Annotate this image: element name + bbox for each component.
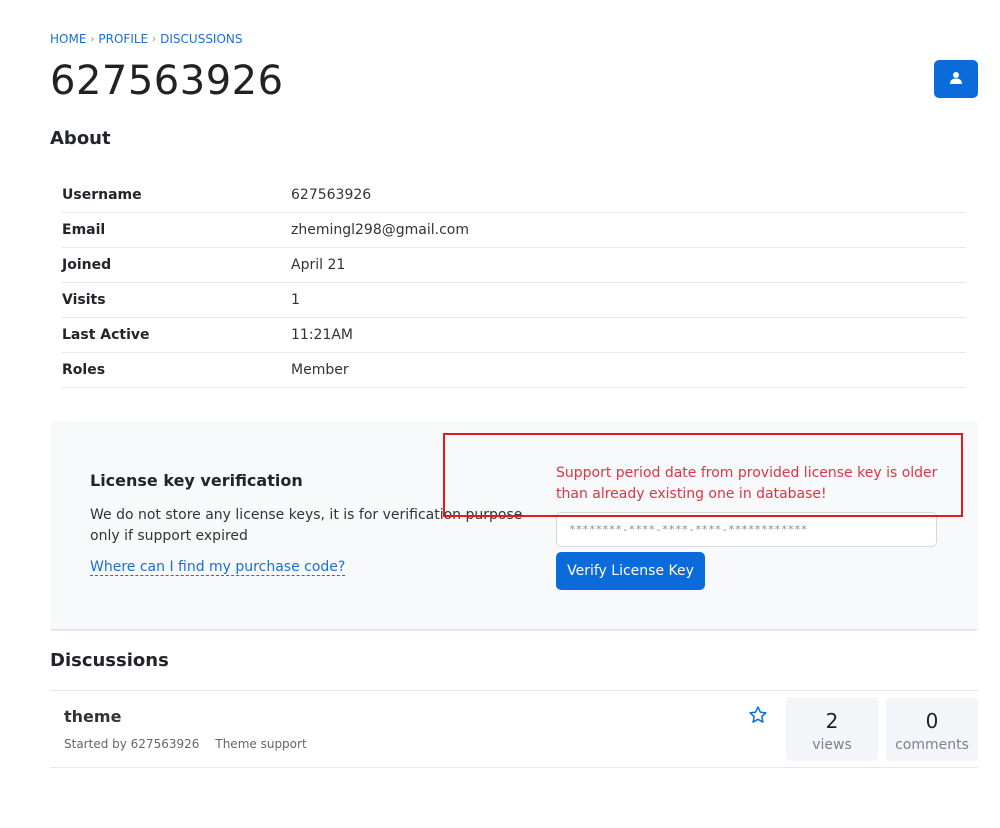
user-icon — [949, 70, 963, 89]
table-row: Joined April 21 — [62, 248, 966, 283]
chevron-right-icon: › — [152, 33, 157, 45]
discussions-heading: Discussions — [50, 650, 169, 671]
about-heading: About — [50, 128, 111, 149]
row-value: 1 — [291, 292, 300, 308]
license-panel: License key verification We do not store… — [50, 421, 978, 631]
table-row: Roles Member — [62, 353, 966, 388]
verify-license-button[interactable]: Verify License Key — [556, 552, 705, 590]
comments-stat: 0 comments — [886, 697, 978, 761]
license-description: We do not store any license keys, it is … — [90, 507, 523, 544]
row-label: Roles — [62, 362, 106, 378]
license-key-input[interactable] — [556, 512, 937, 547]
license-error-message: Support period date from provided licens… — [556, 465, 938, 502]
row-value: Member — [291, 362, 349, 378]
comments-label: comments — [895, 737, 969, 753]
breadcrumb-home[interactable]: HOME — [50, 32, 86, 46]
star-outline-icon[interactable] — [748, 705, 768, 725]
table-row: Username 627563926 — [62, 178, 966, 213]
discussion-title-link[interactable]: theme — [64, 707, 121, 726]
views-label: views — [812, 737, 852, 753]
breadcrumb-discussions[interactable]: DISCUSSIONS — [160, 32, 242, 46]
table-row: Email zhemingl298@gmail.com — [62, 213, 966, 248]
discussion-category: Theme support — [215, 737, 307, 751]
discussion-author: Started by 627563926 — [64, 737, 200, 751]
row-label: Joined — [62, 257, 112, 273]
about-table: Username 627563926 Email zhemingl298@gma… — [62, 178, 966, 388]
breadcrumb: HOME › PROFILE › DISCUSSIONS — [50, 32, 243, 46]
row-value: 627563926 — [291, 187, 372, 203]
user-menu-button[interactable] — [934, 60, 978, 98]
row-label: Visits — [62, 292, 106, 308]
table-row: Last Active 11:21AM — [62, 318, 966, 353]
page-title: 627563926 — [50, 58, 284, 104]
breadcrumb-profile[interactable]: PROFILE — [98, 32, 148, 46]
chevron-right-icon: › — [90, 33, 95, 45]
row-value: April 21 — [291, 257, 346, 273]
row-label: Last Active — [62, 327, 150, 343]
row-value: zhemingl298@gmail.com — [291, 222, 469, 238]
row-label: Email — [62, 222, 106, 238]
table-row: Visits 1 — [62, 283, 966, 318]
purchase-code-help-link[interactable]: Where can I find my purchase code? — [90, 559, 346, 576]
views-stat: 2 views — [786, 697, 878, 761]
row-value: 11:21AM — [291, 327, 354, 343]
row-label: Username — [62, 187, 142, 203]
views-count: 2 — [825, 709, 839, 733]
discussion-meta: Started by 627563926 Theme support — [64, 737, 307, 751]
discussion-list: theme Started by 627563926 Theme support… — [50, 690, 978, 768]
comments-count: 0 — [925, 709, 939, 733]
license-title: License key verification — [90, 471, 303, 490]
